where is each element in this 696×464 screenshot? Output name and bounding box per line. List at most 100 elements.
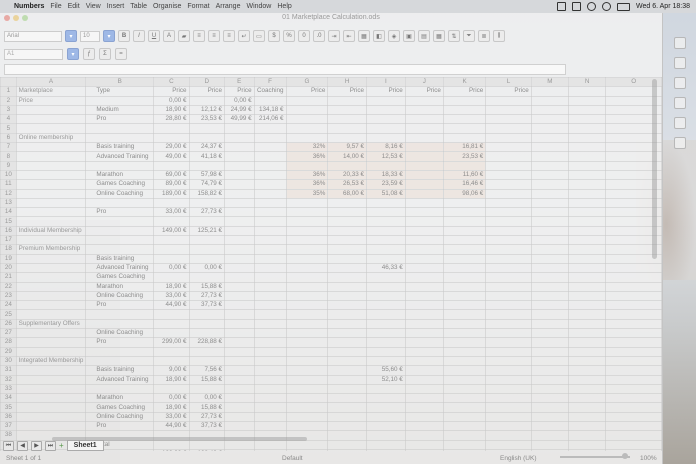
cell[interactable]	[530, 179, 570, 190]
row-header[interactable]: 5	[0, 123, 17, 134]
cell[interactable]	[327, 327, 368, 339]
cell[interactable]	[605, 430, 662, 441]
cell[interactable]	[223, 207, 255, 218]
cell[interactable]	[485, 114, 532, 125]
cell[interactable]	[285, 337, 329, 348]
row-header[interactable]: 21	[0, 272, 17, 283]
cell[interactable]	[327, 393, 368, 404]
cell[interactable]	[485, 346, 532, 357]
menu-help[interactable]: Help	[277, 3, 291, 10]
row-header[interactable]: 15	[0, 216, 17, 227]
cell[interactable]	[253, 393, 287, 404]
cell[interactable]	[327, 272, 368, 283]
cell[interactable]: 27,73 €	[188, 411, 225, 423]
cell[interactable]	[285, 197, 329, 209]
cell[interactable]	[223, 383, 255, 395]
cell-table[interactable]: ABCDEFGHIJKLMNO 1 Marketplace Type Price Pri…	[0, 77, 662, 451]
cell[interactable]	[568, 411, 607, 423]
cell[interactable]: Type	[85, 86, 155, 97]
cell[interactable]	[442, 132, 487, 144]
underline-button[interactable]: U	[148, 30, 160, 42]
cell[interactable]	[530, 132, 570, 144]
cell[interactable]	[568, 188, 607, 199]
properties-icon[interactable]	[673, 37, 686, 49]
cell[interactable]	[530, 300, 570, 311]
cell[interactable]: Price	[153, 86, 190, 97]
cell[interactable]	[404, 169, 444, 181]
cell[interactable]	[253, 411, 287, 423]
cell[interactable]	[253, 188, 287, 199]
cell[interactable]: Games Coaching	[85, 272, 155, 283]
cell[interactable]	[253, 123, 287, 134]
cell[interactable]: Advanced Training	[85, 262, 155, 274]
cell[interactable]	[15, 411, 87, 423]
function-wizard-icon[interactable]: ƒ	[83, 48, 95, 60]
row-header[interactable]: 16	[0, 225, 17, 237]
cell[interactable]: 15,88 €	[188, 402, 225, 413]
cell[interactable]: Games Coaching	[85, 179, 155, 190]
row-header[interactable]: 36	[0, 411, 17, 423]
cell[interactable]	[188, 244, 225, 255]
cell[interactable]	[15, 179, 87, 190]
cell[interactable]	[188, 235, 225, 246]
cell[interactable]: Price	[285, 86, 329, 97]
cell[interactable]: 23,53 €	[188, 114, 225, 125]
cell[interactable]	[404, 262, 444, 274]
cell[interactable]	[605, 383, 662, 395]
italic-button[interactable]: I	[133, 30, 145, 42]
column-header[interactable]: K	[442, 77, 487, 88]
cell[interactable]	[568, 355, 607, 367]
cell[interactable]	[485, 281, 532, 292]
sheet-tab[interactable]: Sheet1	[66, 440, 104, 451]
cell[interactable]	[253, 262, 287, 274]
cell[interactable]	[568, 169, 607, 181]
cell[interactable]: 149,00 €	[153, 225, 190, 237]
last-sheet-icon[interactable]: ⏭	[45, 440, 56, 451]
cell[interactable]	[15, 169, 87, 181]
cell[interactable]	[530, 95, 570, 106]
cell[interactable]	[15, 346, 87, 357]
zoom-slider[interactable]	[560, 456, 630, 458]
cell[interactable]	[605, 374, 662, 385]
cell[interactable]	[605, 272, 662, 283]
cell[interactable]: 23,59 €	[366, 179, 406, 190]
cell[interactable]	[153, 327, 190, 339]
cell[interactable]	[366, 355, 406, 367]
cell[interactable]: 98,06 €	[442, 188, 487, 199]
cell[interactable]	[568, 142, 607, 153]
row-header[interactable]: 27	[0, 327, 17, 339]
cell[interactable]	[485, 207, 532, 218]
align-left-icon[interactable]: ≡	[193, 30, 205, 42]
cell[interactable]	[223, 142, 255, 153]
cell[interactable]	[285, 402, 329, 413]
highlight-icon[interactable]: ▰	[178, 30, 190, 42]
cell[interactable]	[568, 104, 607, 116]
cell[interactable]	[327, 207, 368, 218]
cell[interactable]: 32%	[285, 142, 329, 153]
cell[interactable]	[530, 411, 570, 423]
add-sheet-icon[interactable]: +	[59, 441, 64, 450]
cell[interactable]	[404, 104, 444, 116]
sum-icon[interactable]: Σ	[99, 48, 111, 60]
cell[interactable]	[15, 337, 87, 348]
cell[interactable]	[530, 337, 570, 348]
cell[interactable]: 0,00 €	[153, 393, 190, 404]
cell[interactable]	[223, 244, 255, 255]
cell[interactable]	[485, 309, 532, 320]
cell[interactable]	[605, 327, 662, 339]
column-header[interactable]: C	[153, 77, 190, 88]
cell[interactable]	[366, 290, 406, 302]
cell[interactable]: Price	[327, 86, 368, 97]
cell[interactable]	[223, 374, 255, 385]
cell[interactable]	[153, 123, 190, 134]
cell[interactable]	[285, 346, 329, 357]
cell[interactable]	[530, 365, 570, 376]
cell[interactable]: 18,33 €	[366, 169, 406, 181]
cell[interactable]	[530, 374, 570, 385]
cell[interactable]	[568, 114, 607, 125]
cell[interactable]	[223, 151, 255, 162]
cell[interactable]	[285, 123, 329, 134]
cell[interactable]	[285, 262, 329, 274]
cell[interactable]	[327, 244, 368, 255]
cell[interactable]	[85, 216, 155, 227]
